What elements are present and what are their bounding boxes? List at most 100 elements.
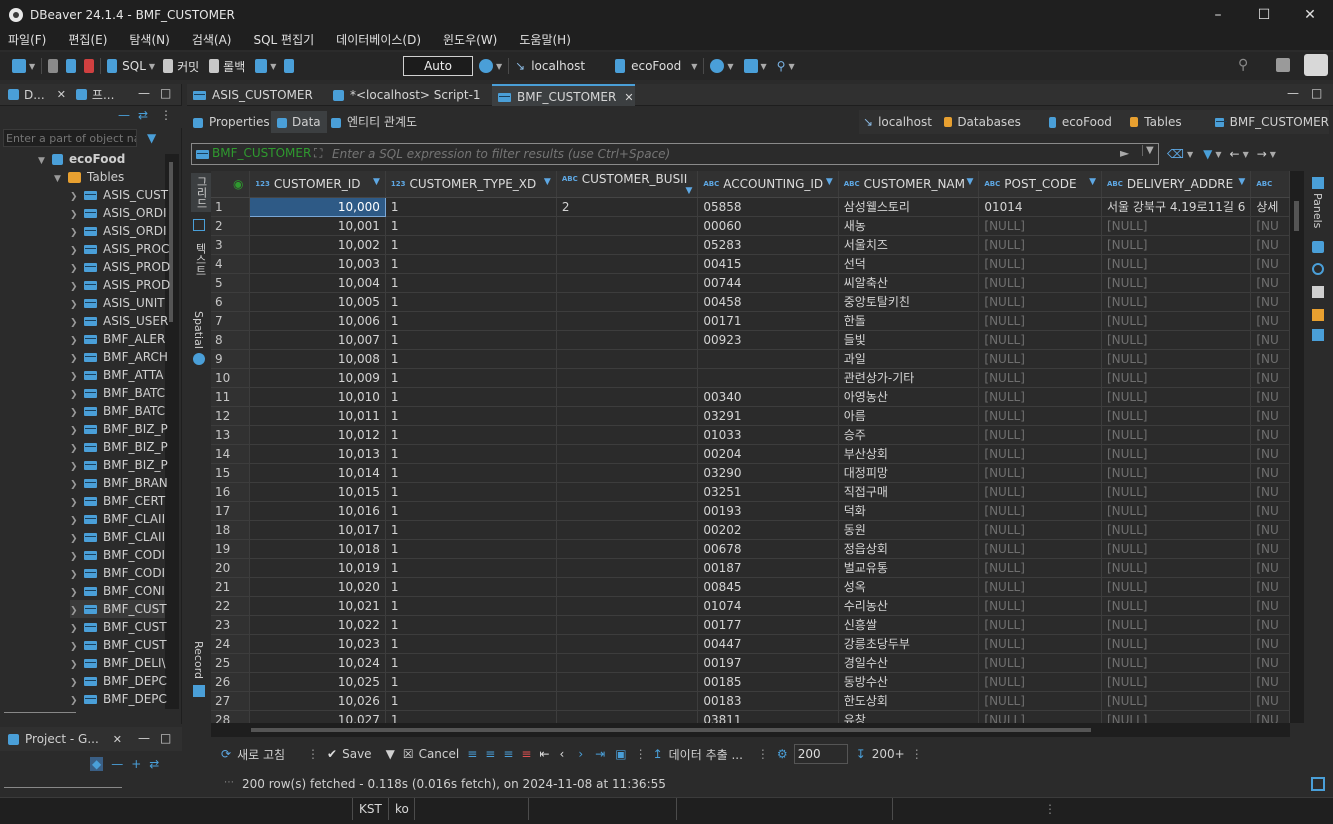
table-cell[interactable]: 들빛: [838, 330, 980, 350]
row-number-cell[interactable]: 4: [211, 254, 251, 274]
fetch-more-button[interactable]: 200+: [872, 747, 905, 761]
table-cell[interactable]: 1: [385, 634, 557, 654]
table-cell[interactable]: [NULL]: [1101, 330, 1252, 350]
subtab-properties[interactable]: Properties: [193, 111, 270, 133]
table-cell[interactable]: [NU: [1250, 653, 1290, 673]
row-number-cell[interactable]: 17: [211, 501, 251, 521]
table-cell[interactable]: 1: [385, 444, 557, 464]
table-cell[interactable]: [NULL]: [978, 216, 1102, 236]
table-row[interactable]: 21 10,020 1 00845 성옥 [NULL] [NULL] [NU: [211, 577, 1290, 597]
table-cell[interactable]: 00177: [697, 615, 839, 635]
table-row[interactable]: 9 10,008 1 과일 [NULL] [NULL] [NU: [211, 349, 1290, 369]
fit-icon[interactable]: ▣: [615, 747, 626, 761]
collapse-all-icon[interactable]: —: [111, 757, 123, 771]
tree-table-item[interactable]: ❯ BMF_CLAII: [70, 528, 165, 546]
table-cell[interactable]: 유창: [838, 710, 980, 723]
table-cell[interactable]: 1: [385, 235, 557, 255]
row-number-cell[interactable]: 25: [211, 653, 251, 673]
table-cell[interactable]: [NU: [1250, 501, 1290, 521]
table-cell[interactable]: 한도상회: [838, 691, 980, 711]
tree-table-item[interactable]: ❯ BMF_BIZ_P: [70, 456, 168, 474]
breadcrumb-bmf-customer[interactable]: BMF_CUSTOMER: [1230, 115, 1329, 129]
minimize-icon[interactable]: —: [138, 86, 150, 100]
invalidate-icon[interactable]: [84, 59, 95, 73]
table-cell[interactable]: [556, 482, 699, 502]
table-cell[interactable]: [NULL]: [978, 349, 1102, 369]
table-cell[interactable]: [NULL]: [1101, 349, 1252, 369]
table-cell[interactable]: 1: [385, 216, 557, 236]
table-row[interactable]: 16 10,015 1 03251 직접구매 [NULL] [NULL] [NU: [211, 482, 1290, 502]
table-cell[interactable]: [NULL]: [1101, 463, 1252, 483]
table-cell[interactable]: [NU: [1250, 577, 1290, 597]
row-number-cell[interactable]: 9: [211, 349, 251, 369]
layout-icon[interactable]: [1311, 777, 1325, 791]
table-cell[interactable]: 00340: [697, 387, 839, 407]
table-cell[interactable]: 1: [385, 672, 557, 692]
row-number-cell[interactable]: 27: [211, 691, 251, 711]
save-button[interactable]: Save: [342, 747, 371, 761]
table-cell[interactable]: [556, 368, 699, 388]
table-cell[interactable]: [556, 387, 699, 407]
close-button[interactable]: ✕: [1287, 0, 1333, 30]
delete-row-icon[interactable]: ≡: [521, 747, 531, 761]
grid-hscroll-thumb[interactable]: [251, 728, 1091, 732]
table-cell[interactable]: [NULL]: [1101, 558, 1252, 578]
close-icon[interactable]: ✕: [624, 91, 633, 104]
breadcrumb-databases[interactable]: Databases: [957, 115, 1021, 129]
commit-button[interactable]: 커밋: [177, 58, 199, 75]
table-cell[interactable]: 1: [385, 368, 557, 388]
maximize-button[interactable]: ☐: [1241, 0, 1287, 30]
row-number-cell[interactable]: 28: [211, 710, 251, 723]
sort-icon[interactable]: ▼: [685, 186, 692, 196]
table-cell[interactable]: [556, 406, 699, 426]
fetch-next-icon[interactable]: ↧: [856, 747, 866, 761]
value-viewer-icon[interactable]: [1312, 263, 1324, 275]
erd-icon[interactable]: [743, 59, 758, 73]
table-cell[interactable]: [697, 368, 839, 388]
table-cell[interactable]: 동방수산: [838, 672, 980, 692]
table-cell[interactable]: [556, 596, 699, 616]
tree-table-item[interactable]: ❯ ASIS_CUST: [70, 186, 168, 204]
table-row[interactable]: 22 10,021 1 01074 수리농산 [NULL] [NULL] [NU: [211, 596, 1290, 616]
row-number-cell[interactable]: 19: [211, 539, 251, 559]
table-cell[interactable]: 1: [385, 254, 557, 274]
menu-search[interactable]: 검색(A): [192, 30, 232, 50]
menu-file[interactable]: 파일(F): [8, 30, 46, 50]
table-cell[interactable]: [NULL]: [1101, 577, 1252, 597]
table-cell[interactable]: [NU: [1250, 691, 1290, 711]
breadcrumb-tables[interactable]: Tables: [1144, 115, 1181, 129]
row-number-cell[interactable]: 5: [211, 273, 251, 293]
next-page-icon[interactable]: ›: [578, 747, 583, 761]
tree-table-item[interactable]: ❯ ASIS_USER: [70, 312, 168, 330]
row-number-cell[interactable]: 22: [211, 596, 251, 616]
active-database-selector[interactable]: ecoFood: [631, 59, 681, 73]
table-cell[interactable]: [NULL]: [978, 425, 1102, 445]
chevron-down-icon[interactable]: ▼: [727, 62, 733, 71]
table-cell[interactable]: 1: [385, 482, 557, 502]
table-cell[interactable]: [NU: [1250, 254, 1290, 274]
table-cell[interactable]: 10,023: [249, 634, 386, 654]
save-icon[interactable]: ✔: [327, 747, 337, 761]
row-number-cell[interactable]: 3: [211, 235, 251, 255]
table-cell[interactable]: [697, 349, 839, 369]
row-number-cell[interactable]: 13: [211, 425, 251, 445]
table-cell[interactable]: 05858: [697, 197, 839, 217]
tree-table-item[interactable]: ❯ ASIS_PROD: [70, 276, 170, 294]
table-cell[interactable]: [556, 235, 699, 255]
connect-icon[interactable]: [66, 59, 77, 73]
chevron-right-icon[interactable]: ❯: [70, 692, 84, 710]
grid-horizontal-scrollbar[interactable]: [211, 723, 1290, 737]
back-icon[interactable]: ←: [1230, 147, 1240, 161]
tab-projects[interactable]: 프...: [92, 86, 114, 103]
table-cell[interactable]: 부산상회: [838, 444, 980, 464]
view-menu-icon[interactable]: ⋮: [911, 747, 923, 761]
view-menu-icon[interactable]: ⋮: [307, 747, 319, 761]
table-cell[interactable]: 아영농산: [838, 387, 980, 407]
tree-table-item[interactable]: ❯ BMF_BRAN: [70, 474, 168, 492]
table-cell[interactable]: 00845: [697, 577, 839, 597]
table-cell[interactable]: 03290: [697, 463, 839, 483]
row-number-cell[interactable]: 23: [211, 615, 251, 635]
tree-table-item[interactable]: ❯ ASIS_ORDI: [70, 222, 167, 240]
table-cell[interactable]: 00185: [697, 672, 839, 692]
table-row[interactable]: 15 10,014 1 03290 대정피망 [NULL] [NULL] [NU: [211, 463, 1290, 483]
